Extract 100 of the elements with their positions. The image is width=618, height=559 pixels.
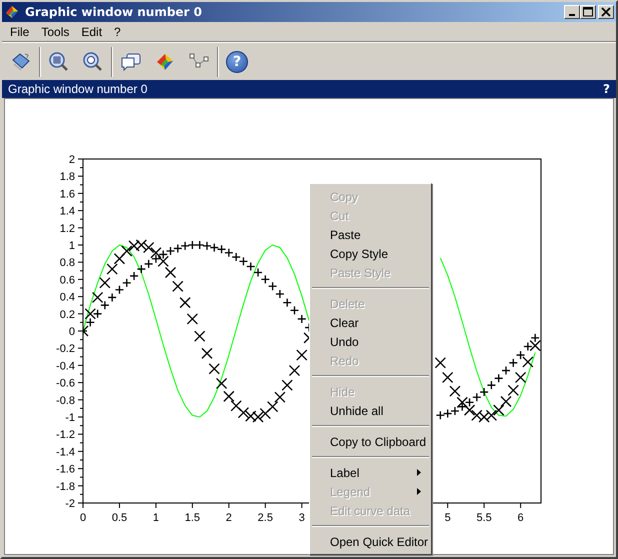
- minimize-button[interactable]: [564, 5, 580, 19]
- tick-label: 5: [444, 512, 451, 524]
- plus-marker: [136, 264, 146, 274]
- context-menu-item[interactable]: Clear: [312, 313, 429, 332]
- context-menu-item[interactable]: Copy to Clipboard: [312, 432, 429, 451]
- cross-marker: [92, 292, 104, 304]
- menu-item[interactable]: File: [4, 24, 36, 38]
- tick-label: -1.6: [56, 464, 75, 476]
- plus-marker: [122, 278, 132, 288]
- plus-marker: [253, 268, 263, 278]
- plus-marker: [516, 350, 526, 360]
- cross-marker: [530, 340, 541, 352]
- menu-item[interactable]: Edit: [75, 24, 108, 38]
- tick-label: 3: [298, 512, 305, 524]
- tick-label: 2: [68, 154, 75, 166]
- cross-marker: [500, 396, 512, 408]
- menu-item[interactable]: ?: [108, 24, 127, 38]
- plus-marker: [158, 250, 168, 260]
- cross-marker: [121, 245, 132, 257]
- plus-marker: [114, 285, 124, 294]
- cross-marker: [508, 384, 519, 396]
- cross-marker: [493, 404, 504, 416]
- cross-marker: [186, 313, 198, 325]
- cross-marker: [114, 253, 126, 264]
- tick-label: 1.8: [60, 171, 75, 184]
- plus-marker: [479, 387, 489, 397]
- plus-marker: [472, 392, 482, 402]
- cross-marker: [282, 380, 293, 391]
- cross-marker: [442, 372, 454, 384]
- tick-label: 6: [518, 512, 524, 524]
- tick-label: -0.2: [56, 343, 75, 356]
- plus-marker: [216, 244, 226, 254]
- plus-marker: [246, 262, 256, 272]
- cross-marker: [478, 411, 490, 423]
- cross-marker: [238, 407, 250, 418]
- cross-marker: [142, 242, 154, 254]
- context-menu-item[interactable]: Unhide all: [312, 401, 429, 420]
- plus-marker: [436, 410, 445, 420]
- cross-marker: [245, 410, 256, 422]
- tick-label: 2: [226, 512, 232, 524]
- zoom-grid-icon: [48, 51, 70, 73]
- plus-marker: [210, 242, 219, 252]
- cross-marker: [486, 410, 498, 421]
- cross-marker: [179, 296, 191, 308]
- tick-label: -0.6: [56, 378, 75, 390]
- context-menu-item[interactable]: Paste: [312, 225, 429, 244]
- tick-label: -2: [65, 498, 75, 510]
- cross-marker: [172, 280, 184, 292]
- cross-marker: [106, 263, 118, 275]
- plus-marker: [530, 333, 540, 343]
- tick-label: 0: [80, 512, 86, 524]
- tick-label: 1.5: [184, 512, 200, 524]
- tick-label: 0.5: [112, 512, 128, 524]
- cross-marker: [136, 239, 147, 251]
- tick-label: -1.4: [56, 446, 75, 458]
- tick-label: -0.4: [56, 360, 75, 372]
- tick-label: 1.4: [60, 206, 75, 218]
- tick-label: 0.8: [60, 257, 75, 270]
- plus-marker: [144, 259, 154, 269]
- tick-label: 1: [68, 240, 75, 252]
- cross-marker: [471, 410, 482, 421]
- context-menu-item[interactable]: Copy Style: [312, 244, 429, 263]
- plus-marker: [238, 256, 248, 266]
- tick-label: -1.2: [56, 429, 75, 442]
- cross-marker: [449, 386, 461, 397]
- plus-marker: [508, 358, 518, 368]
- help-link[interactable]: ?: [603, 82, 610, 96]
- cross-marker: [252, 411, 264, 423]
- cross-marker: [522, 356, 534, 368]
- zoom-icon: [82, 51, 104, 73]
- tick-label: 0.2: [60, 308, 75, 321]
- menu-item[interactable]: Tools: [35, 24, 76, 38]
- cross-marker: [216, 378, 228, 390]
- cross-marker: [128, 240, 140, 252]
- cross-marker: [296, 349, 308, 361]
- plus-marker: [180, 241, 190, 251]
- context-menu-item[interactable]: Undo: [312, 332, 429, 351]
- rotate-icon: [10, 51, 32, 73]
- plus-marker: [188, 240, 198, 250]
- plus-marker: [268, 282, 278, 291]
- cross-marker: [99, 277, 111, 288]
- context-menu-item[interactable]: Label: [312, 463, 429, 482]
- cross-marker: [150, 247, 162, 258]
- context-menu-item[interactable]: Open Quick Editor: [312, 532, 429, 551]
- speech-bubbles-icon: [120, 51, 142, 73]
- plus-marker: [486, 380, 496, 390]
- close-button[interactable]: [598, 5, 614, 19]
- cross-marker: [84, 308, 96, 320]
- plus-marker: [173, 244, 182, 254]
- cross-marker: [260, 408, 271, 420]
- maximize-button[interactable]: [580, 5, 596, 19]
- plus-marker: [282, 298, 292, 308]
- plus-marker: [458, 402, 467, 412]
- plus-marker: [260, 274, 270, 284]
- close-icon: [601, 7, 611, 17]
- tick-label: 0.6: [60, 274, 75, 286]
- cross-marker: [514, 372, 526, 384]
- plus-marker: [92, 309, 102, 318]
- tick-label: 0.4: [60, 292, 75, 304]
- plus-marker: [494, 374, 504, 383]
